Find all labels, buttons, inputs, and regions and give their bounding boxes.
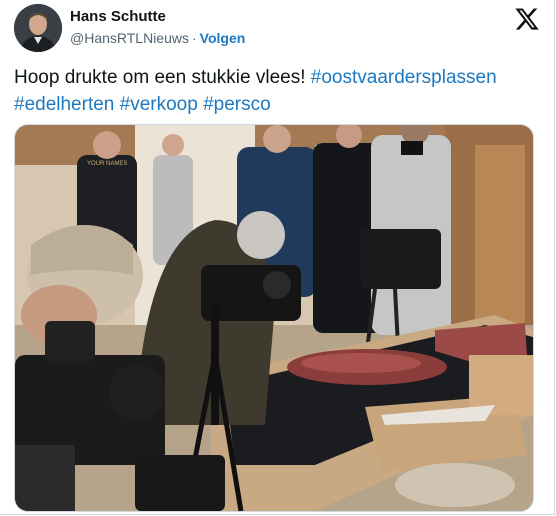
background-sign-text: YOUR NAMES	[87, 161, 127, 167]
avatar[interactable]	[14, 4, 62, 52]
author-name[interactable]: Hans Schutte	[70, 8, 245, 26]
tweet-text: Hoop drukte om een stukkie vlees! #oostv…	[14, 64, 534, 118]
follow-link[interactable]: Volgen	[200, 30, 246, 46]
hashtag-link[interactable]: #edelherten	[14, 94, 114, 115]
handle-row: @HansRTLNieuws · Volgen	[70, 29, 245, 47]
x-logo-icon[interactable]	[514, 6, 540, 32]
separator-dot: ·	[192, 30, 197, 46]
hashtag-link[interactable]: #oostvaardersplassen	[311, 67, 497, 88]
avatar-image	[14, 4, 62, 52]
hashtag-link[interactable]: #persco	[203, 94, 271, 115]
hashtag-link[interactable]: #verkoop	[120, 94, 198, 115]
tweet-header: Hans Schutte @HansRTLNieuws · Volgen	[14, 4, 540, 52]
tweet-body: Hoop drukte om een stukkie vlees!	[14, 67, 306, 88]
author-handle[interactable]: @HansRTLNieuws	[70, 30, 189, 46]
tweet-photo[interactable]: YOUR NAMES	[14, 124, 534, 512]
press-photo-illustration: YOUR NAMES	[15, 125, 533, 511]
author-info: Hans Schutte @HansRTLNieuws · Volgen	[70, 8, 245, 47]
tweet-card: Hans Schutte @HansRTLNieuws · Volgen Hoop …	[0, 0, 555, 515]
